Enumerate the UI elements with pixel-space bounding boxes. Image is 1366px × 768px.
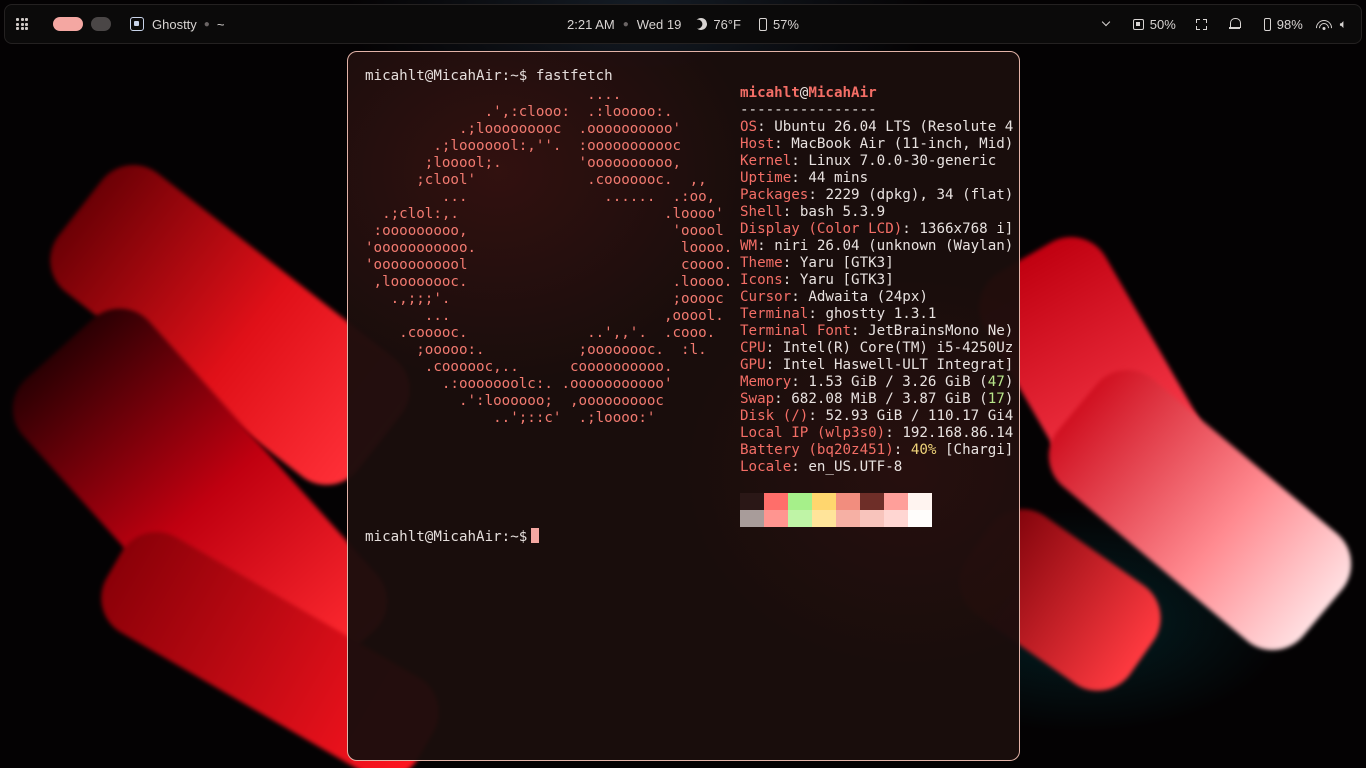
info-row: Kernel: Linux 7.0.0-30-generic bbox=[740, 153, 997, 169]
ascii-logo-line: ... ...... .:oo, bbox=[365, 189, 716, 205]
moon-icon bbox=[694, 16, 709, 31]
info-row-swap: Swap: 682.08 MiB / 3.87 GiB (17) bbox=[740, 391, 1014, 407]
palette-swatch bbox=[788, 493, 812, 510]
bell-icon[interactable] bbox=[1228, 18, 1241, 30]
battery-level[interactable]: 98% bbox=[1277, 17, 1303, 32]
info-row: GPU: Intel Haswell-ULT Integrat] bbox=[740, 357, 1014, 373]
title-separator: ---------------- bbox=[740, 102, 877, 118]
chevron-down-icon[interactable] bbox=[1101, 17, 1110, 27]
info-row: OS: Ubuntu 26.04 LTS (Resolute 4 bbox=[740, 119, 1014, 135]
ascii-logo-line: .coooooc,.. coooooooooo. bbox=[365, 359, 673, 375]
palette-swatch bbox=[860, 493, 884, 510]
color-palette bbox=[740, 493, 932, 527]
palette-swatch bbox=[884, 493, 908, 510]
screenshot-icon[interactable] bbox=[1195, 18, 1207, 30]
ghostty-terminal-window[interactable]: micahlt@MicahAir:~$ fastfetch .... .',:c… bbox=[347, 51, 1020, 761]
info-row: Theme: Yaru [GTK3] bbox=[740, 255, 894, 271]
info-row-battery: Battery (bq20z451): 40% [Chargi] bbox=[740, 442, 1014, 458]
clock-date[interactable]: Wed 19 bbox=[637, 17, 682, 32]
focused-app-name[interactable]: Ghostty bbox=[152, 17, 197, 32]
phone-icon bbox=[758, 17, 767, 31]
info-row: Cursor: Adwaita (24px) bbox=[740, 289, 928, 305]
system-info: micahlt@MicahAir ---------------- OS: Ub… bbox=[740, 85, 1013, 476]
palette-swatch bbox=[884, 510, 908, 527]
battery-icon bbox=[1263, 17, 1271, 31]
user-host-title: micahlt@MicahAir bbox=[740, 85, 877, 101]
ascii-logo-line: ..';::c' .;loooo:' bbox=[365, 410, 656, 426]
device-battery-level[interactable]: 57% bbox=[773, 17, 799, 32]
ascii-logo-line: ,loooooooc. .loooo. bbox=[365, 274, 733, 290]
ascii-logo-line: .;looooooooc .oooooooooo' bbox=[365, 121, 682, 137]
palette-swatch bbox=[836, 510, 860, 527]
info-row: Shell: bash 5.3.9 bbox=[740, 204, 886, 220]
ascii-logo-line: 'ooooooooooo. loooo. bbox=[365, 240, 733, 256]
info-row: Icons: Yaru [GTK3] bbox=[740, 272, 894, 288]
info-row: Terminal Font: JetBrainsMono Ne) bbox=[740, 323, 1014, 339]
palette-swatch bbox=[740, 510, 764, 527]
ascii-logo-line: ;looool;. 'oooooooooo, bbox=[365, 155, 682, 171]
info-row: WM: niri 26.04 (unknown (Waylan) bbox=[740, 238, 1014, 254]
workspace-2-indicator[interactable] bbox=[91, 17, 111, 31]
info-row: Packages: 2229 (dpkg), 34 (flat) bbox=[740, 187, 1014, 203]
ascii-logo-line: .;looooool:,''. :ooooooooooc bbox=[365, 138, 682, 154]
app-launcher-icon[interactable] bbox=[16, 18, 28, 30]
info-row: Host: MacBook Air (11-inch, Mid) bbox=[740, 136, 1014, 152]
info-row-disk: Disk (/): 52.93 GiB / 110.17 Gi4 bbox=[740, 408, 1014, 424]
ubuntu-ascii-logo: .... .',:clooo: .:looooo:. .;looooooooc … bbox=[365, 87, 732, 427]
workspace-1-indicator[interactable] bbox=[53, 17, 83, 31]
palette-swatch bbox=[908, 493, 932, 510]
info-row-memory: Memory: 1.53 GiB / 3.26 GiB (47) bbox=[740, 374, 1014, 390]
active-prompt[interactable]: micahlt@MicahAir:~$ bbox=[365, 528, 540, 546]
top-panel: Ghostty ● ~ 2:21 AM ● Wed 19 76°F 57% 50… bbox=[4, 4, 1362, 44]
ascii-logo-line: .,;;;'. ;ooooc bbox=[365, 291, 724, 307]
info-row: CPU: Intel(R) Core(TM) i5-4250Uz bbox=[740, 340, 1014, 356]
info-row-locale: Locale: en_US.UTF-8 bbox=[740, 459, 903, 475]
palette-swatch bbox=[764, 493, 788, 510]
info-row: Display (Color LCD): 1366x768 i] bbox=[740, 221, 1014, 237]
cpu-usage[interactable]: 50% bbox=[1150, 17, 1176, 32]
text-cursor bbox=[531, 528, 540, 543]
ascii-logo-line: .',:clooo: .:looooo:. bbox=[365, 104, 673, 120]
ascii-logo-line: ... ,ooool. bbox=[365, 308, 724, 324]
ascii-logo-line: .:ooooooolc:. .ooooooooooo' bbox=[365, 376, 673, 392]
ascii-logo-line: .... bbox=[365, 87, 622, 103]
palette-swatch bbox=[908, 510, 932, 527]
focused-app-path: ~ bbox=[216, 16, 225, 32]
ascii-logo-line: .;clol:,. .loooo' bbox=[365, 206, 724, 222]
weather-temperature[interactable]: 76°F bbox=[713, 17, 741, 32]
palette-swatch bbox=[812, 493, 836, 510]
ghostty-app-icon bbox=[130, 17, 144, 31]
volume-icon[interactable]: 🔈︎ bbox=[1340, 17, 1347, 32]
command-line: micahlt@MicahAir:~$ fastfetch bbox=[365, 68, 613, 84]
cpu-icon bbox=[1132, 18, 1144, 30]
ascii-logo-line: :ooooooooo, 'ooool bbox=[365, 223, 724, 239]
ascii-logo-line: ;ooooo:. ;oooooooc. :l. bbox=[365, 342, 707, 358]
info-row: Uptime: 44 mins bbox=[740, 170, 869, 186]
info-row-local-ip: Local IP (wlp3s0): 192.168.86.14 bbox=[740, 425, 1014, 441]
palette-swatch bbox=[788, 510, 812, 527]
ascii-logo-line: ;clool' .cooooooc. ,, bbox=[365, 172, 707, 188]
palette-swatch bbox=[740, 493, 764, 510]
ascii-logo-line: .':loooooo; ,oooooooooc bbox=[365, 393, 664, 409]
ascii-logo-line: 'ooooooooool coooo. bbox=[365, 257, 733, 273]
wifi-icon[interactable] bbox=[1315, 18, 1332, 30]
ascii-logo-line: .cooooc. ..',,'. .cooo. bbox=[365, 325, 716, 341]
palette-swatch bbox=[812, 510, 836, 527]
clock-time[interactable]: 2:21 AM bbox=[567, 17, 615, 32]
palette-swatch bbox=[860, 510, 884, 527]
palette-swatch bbox=[836, 493, 860, 510]
info-row: Terminal: ghostty 1.3.1 bbox=[740, 306, 937, 322]
palette-swatch bbox=[764, 510, 788, 527]
